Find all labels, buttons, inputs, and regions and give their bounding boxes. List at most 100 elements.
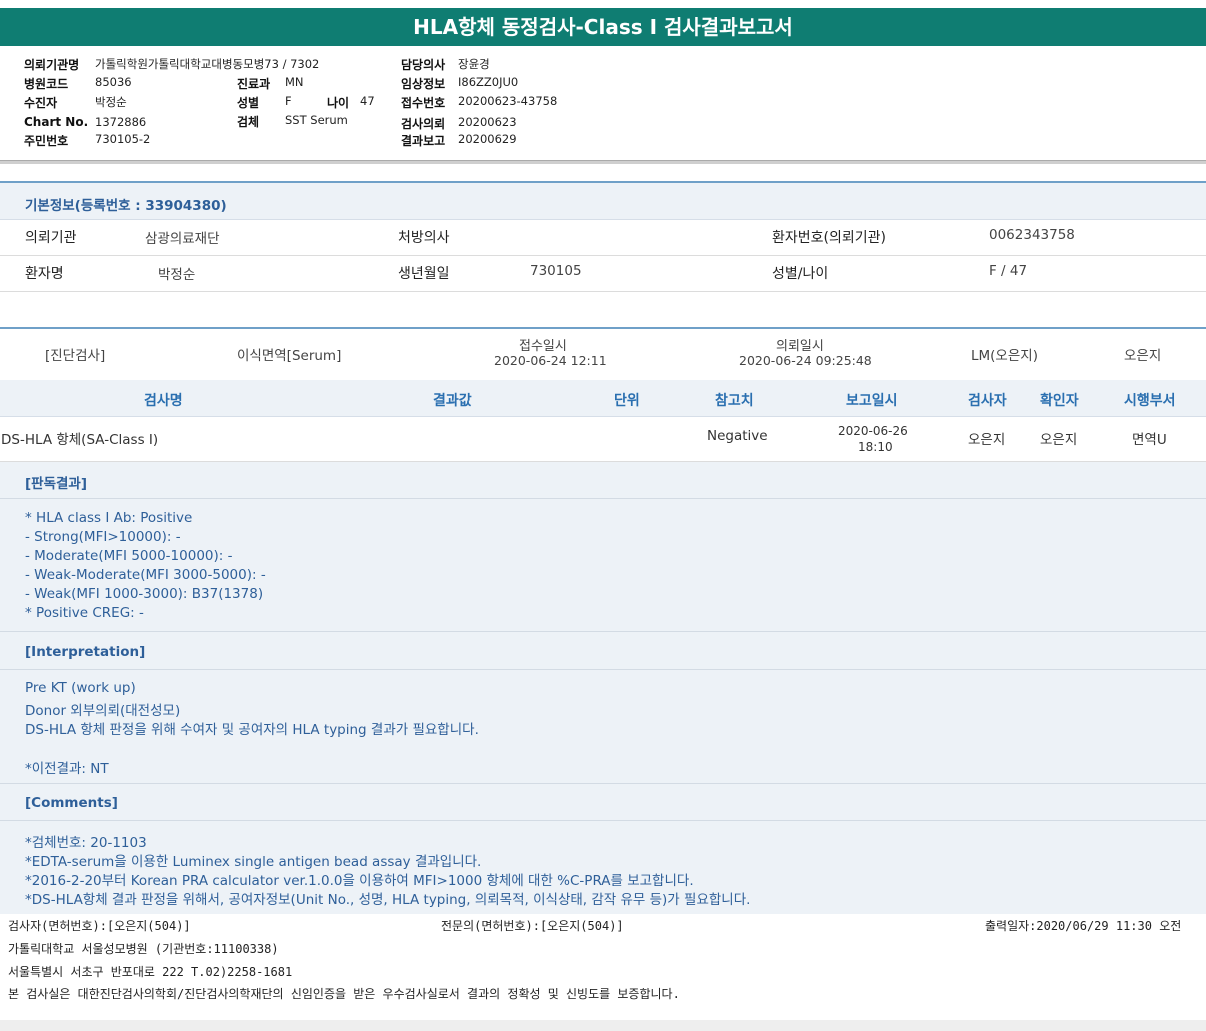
- footer-certification: 본 검사실은 대한진단검사의학회/진단검사의학재단의 신임인증을 받은 우수검사…: [8, 987, 680, 1001]
- received-label: 접수일시: [519, 339, 567, 354]
- header-label: 검체: [237, 115, 260, 129]
- patient-name-label: 환자명: [25, 266, 64, 282]
- report-title: HLA항체 동정검사-Class I 검사결과보고서: [0, 8, 1206, 46]
- header-value: 가톨릭학원가톨릭대학교대병동모병73 / 7302: [95, 57, 320, 71]
- header-value: 730105-2: [95, 132, 151, 146]
- col-header-confirmer: 확인자: [1040, 393, 1079, 409]
- col-header-report-time: 보고일시: [846, 393, 898, 409]
- previous-result: *이전결과: NT: [25, 761, 109, 777]
- header-value: 20200623-43758: [458, 94, 558, 108]
- header-value: MN: [285, 75, 304, 89]
- header-label: 성별: [237, 96, 260, 110]
- result-line: * Positive CREG: -: [25, 605, 144, 621]
- lm-value: LM(오은지): [971, 348, 1038, 364]
- patient-no-value: 0062343758: [989, 227, 1075, 243]
- header-label: 나이: [327, 96, 350, 110]
- received-value: 2020-06-24 12:11: [494, 353, 607, 368]
- results-table-header: 검사명 결과값 단위 참고치 보고일시 검사자 확인자 시행부서: [0, 380, 1206, 417]
- header-label: 담당의사: [401, 58, 446, 72]
- footer-specialist: 전문의(면허번호):[오은지(504)]: [441, 919, 624, 933]
- order-category: [진단검사]: [45, 348, 106, 364]
- requested-label: 의뢰일시: [776, 339, 824, 354]
- order-specimen: 이식면역[Serum]: [237, 348, 342, 364]
- header-value: 85036: [95, 75, 132, 89]
- col-header-unit: 단위: [614, 393, 640, 409]
- header-label: 접수번호: [401, 96, 446, 110]
- interpretation-section-title: [Interpretation]: [25, 644, 146, 660]
- header-value: 20200623: [458, 115, 517, 129]
- result-line: - Weak(MFI 1000-3000): B37(1378): [25, 586, 264, 602]
- header-label: Chart No.: [24, 115, 89, 129]
- header-value: SST Serum: [285, 113, 348, 127]
- col-header-dept: 시행부서: [1124, 393, 1176, 409]
- header-label: 병원코드: [24, 77, 69, 91]
- patient-name-value: 박정순: [158, 267, 196, 283]
- birth-value: 730105: [530, 263, 582, 279]
- col-header-reference: 참고치: [715, 393, 754, 409]
- header-label: 주민번호: [24, 134, 69, 148]
- sex-age-value: F / 47: [989, 263, 1028, 279]
- header-label: 진료과: [237, 77, 271, 91]
- report-time: 18:10: [858, 440, 893, 454]
- col-header-result: 결과값: [433, 393, 472, 409]
- header-value: 1372886: [95, 115, 147, 129]
- reference-value: Negative: [707, 428, 768, 444]
- header-value: 박정순: [95, 95, 127, 109]
- interpretation-line: Donor 외부의뢰(대전성모): [25, 703, 181, 719]
- test-name: DS-HLA 항체(SA-Class I): [1, 432, 159, 448]
- header-label: 수진자: [24, 96, 58, 110]
- section-rule: [0, 327, 1206, 329]
- col-header-tester: 검사자: [968, 393, 1007, 409]
- interpretation-panel: [판독결과] * HLA class I Ab: Positive - Stro…: [0, 462, 1206, 914]
- header-label: 의뢰기관명: [24, 58, 80, 72]
- report-date: 2020-06-26: [838, 424, 908, 438]
- bottom-bar: [0, 1020, 1206, 1031]
- header-value: 장윤경: [458, 57, 490, 71]
- row-divider: [0, 255, 1206, 256]
- header-value: F: [285, 94, 292, 108]
- requested-value: 2020-06-24 09:25:48: [739, 353, 872, 368]
- basic-info-title: 기본정보(등록번호 : 33904380): [25, 198, 227, 214]
- tester-value: 오은지: [968, 432, 1006, 448]
- result-line: - Strong(MFI>10000): -: [25, 529, 181, 545]
- comments-section-title: [Comments]: [25, 795, 118, 811]
- doctor-label: 처방의사: [398, 230, 450, 246]
- institution-label: 의뢰기관: [25, 230, 77, 246]
- basic-info-title-bar: 기본정보(등록번호 : 33904380): [0, 183, 1206, 220]
- result-line: * HLA class I Ab: Positive: [25, 510, 193, 526]
- footer-printed: 출력일자:2020/06/29 11:30 오전: [985, 919, 1182, 933]
- header-label: 임상정보: [401, 77, 446, 91]
- row-divider: [0, 291, 1206, 292]
- staff-value: 오은지: [1124, 348, 1162, 364]
- result-line: - Weak-Moderate(MFI 3000-5000): -: [25, 567, 266, 583]
- section-divider: [0, 498, 1206, 499]
- comment-line: *DS-HLA항체 결과 판정을 위해서, 공여자정보(Unit No., 성명…: [25, 892, 751, 908]
- comment-line: *2016-2-20부터 Korean PRA calculator ver.1…: [25, 873, 694, 889]
- interpretation-line: Pre KT (work up): [25, 680, 136, 696]
- col-header-test-name: 검사명: [144, 393, 183, 409]
- interpretation-line: DS-HLA 항체 판정을 위해 수여자 및 공여자의 HLA typing 결…: [25, 722, 479, 738]
- footer-hospital: 가톨릭대학교 서울성모병원 (기관번호:11100338): [8, 942, 279, 956]
- footer-address: 서울특별시 서초구 반포대로 222 T.02)2258-1681: [8, 965, 293, 979]
- section-divider: [0, 820, 1206, 821]
- header-label: 결과보고: [401, 134, 446, 148]
- institution-value: 삼광의료재단: [145, 231, 220, 247]
- header-value: 47: [360, 94, 375, 108]
- dept-value: 면역U: [1132, 432, 1167, 448]
- header-separator: [0, 160, 1206, 164]
- section-divider: [0, 783, 1206, 784]
- birth-label: 생년월일: [398, 266, 450, 282]
- sex-age-label: 성별/나이: [772, 266, 829, 282]
- header-value: I86ZZ0JU0: [458, 75, 519, 89]
- section-divider: [0, 669, 1206, 670]
- header-value: 20200629: [458, 132, 517, 146]
- result-section-title: [판독결과]: [25, 476, 88, 492]
- section-divider: [0, 631, 1206, 632]
- footer-tester: 검사자(면허번호):[오은지(504)]: [8, 919, 191, 933]
- result-line: - Moderate(MFI 5000-10000): -: [25, 548, 233, 564]
- patient-no-label: 환자번호(의뢰기관): [772, 230, 886, 246]
- comment-line: *검체번호: 20-1103: [25, 835, 147, 851]
- header-label: 검사의뢰: [401, 117, 446, 131]
- comment-line: *EDTA-serum을 이용한 Luminex single antigen …: [25, 854, 482, 870]
- confirmer-value: 오은지: [1040, 432, 1078, 448]
